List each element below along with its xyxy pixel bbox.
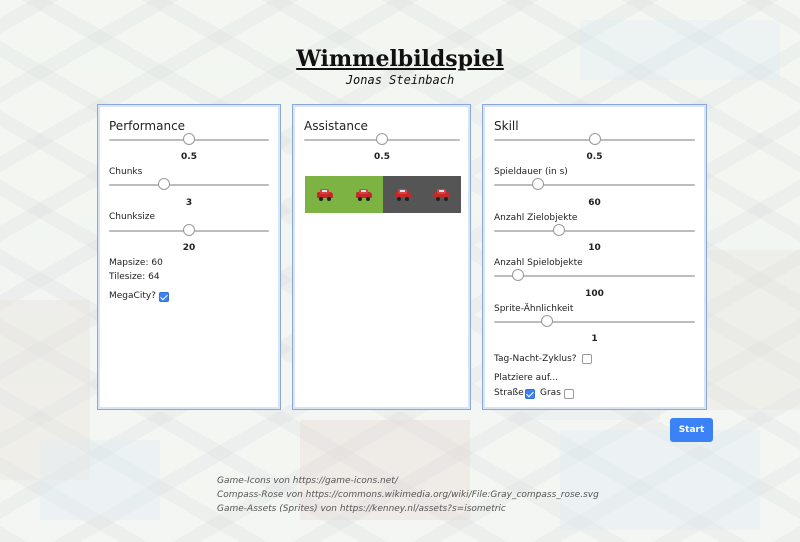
slider-thumb[interactable] xyxy=(512,269,524,281)
performance-panel: Performance 0.5 Chunks 3 Chunksize 20 Ma… xyxy=(97,104,281,410)
targets-value: 10 xyxy=(588,243,601,253)
start-button[interactable]: Start xyxy=(670,418,713,442)
grass-label: Gras xyxy=(540,388,561,398)
assistance-preview xyxy=(305,176,461,213)
car-icon xyxy=(316,188,334,201)
chunks-slider[interactable] xyxy=(109,178,269,192)
skill-title: Skill xyxy=(494,119,519,133)
objects-label: Anzahl Spielobjekte xyxy=(494,258,583,268)
similarity-label: Sprite-Ähnlichkeit xyxy=(494,304,574,314)
assistance-title: Assistance xyxy=(304,119,368,133)
street-label: Straße xyxy=(494,388,524,398)
credit-assets: Game-Assets (Sprites) von https://kenney… xyxy=(217,504,506,514)
daynight-label: Tag-Nacht-Zyklus? xyxy=(494,354,577,364)
targets-slider[interactable] xyxy=(494,224,695,238)
skill-slider[interactable] xyxy=(494,133,695,147)
duration-slider[interactable] xyxy=(494,178,695,192)
car-icon xyxy=(355,188,373,201)
slider-thumb[interactable] xyxy=(183,224,195,236)
chunksize-label: Chunksize xyxy=(109,212,156,222)
slider-thumb[interactable] xyxy=(376,133,388,145)
slider-thumb[interactable] xyxy=(553,224,565,236)
page-title: Wimmelbildspiel xyxy=(296,46,504,72)
chunksize-value: 20 xyxy=(182,243,196,253)
duration-label: Spieldauer (in s) xyxy=(494,167,568,177)
tilesize-text: Tilesize: 64 xyxy=(109,272,160,282)
slider-thumb[interactable] xyxy=(541,315,553,327)
performance-value: 0.5 xyxy=(181,152,197,162)
slider-thumb[interactable] xyxy=(589,133,601,145)
credit-compass: Compass-Rose von https://commons.wikimed… xyxy=(217,490,599,500)
grass-checkbox[interactable] xyxy=(564,389,574,399)
car-icon xyxy=(394,188,412,201)
daynight-checkbox[interactable] xyxy=(582,354,592,364)
author-subtitle: Jonas Steinbach xyxy=(345,73,455,87)
skill-panel: Skill 0.5 Spieldauer (in s) 60 Anzahl Zi… xyxy=(482,104,707,410)
similarity-value: 1 xyxy=(591,334,598,344)
objects-value: 100 xyxy=(585,289,604,299)
chunks-label: Chunks xyxy=(109,167,143,177)
assistance-value: 0.5 xyxy=(374,152,390,162)
megacity-checkbox[interactable] xyxy=(159,292,169,302)
place-label: Platziere auf... xyxy=(494,373,558,383)
performance-title: Performance xyxy=(109,119,186,133)
slider-thumb[interactable] xyxy=(532,178,544,190)
assistance-slider[interactable] xyxy=(304,133,460,147)
similarity-slider[interactable] xyxy=(494,315,695,329)
megacity-label: MegaCity? xyxy=(109,291,156,301)
skill-value: 0.5 xyxy=(586,152,603,162)
objects-slider[interactable] xyxy=(494,269,695,283)
mapsize-text: Mapsize: 60 xyxy=(109,258,163,268)
performance-slider[interactable] xyxy=(109,133,269,147)
slider-thumb[interactable] xyxy=(158,178,170,190)
street-checkbox[interactable] xyxy=(525,389,535,399)
credit-icons: Game-Icons von https://game-icons.net/ xyxy=(217,476,398,486)
slider-thumb[interactable] xyxy=(183,133,195,145)
chunks-value: 3 xyxy=(185,198,193,208)
duration-value: 60 xyxy=(588,198,601,208)
assistance-panel: Assistance 0.5 xyxy=(292,104,471,410)
car-icon xyxy=(433,188,451,201)
credits: Game-Icons von https://game-icons.net/ C… xyxy=(217,474,599,516)
chunksize-slider[interactable] xyxy=(109,224,269,238)
targets-label: Anzahl Zielobjekte xyxy=(494,213,578,223)
